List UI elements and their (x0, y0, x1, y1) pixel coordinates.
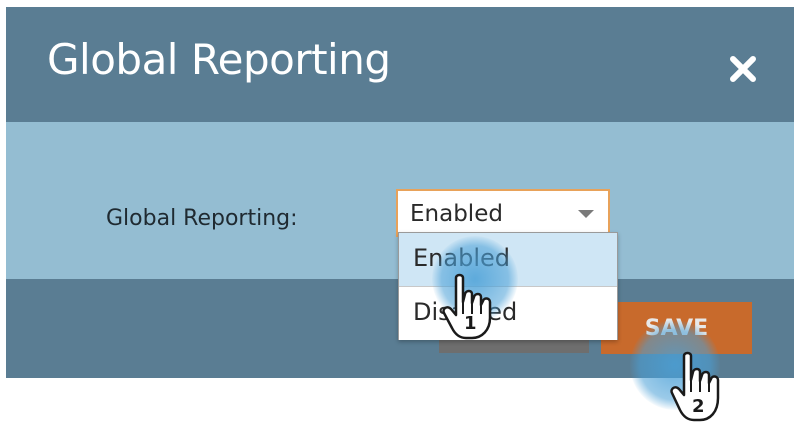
hand-pointer-icon: 1 (440, 272, 502, 346)
select-value: Enabled (410, 201, 503, 227)
dialog-title: Global Reporting (47, 35, 391, 84)
global-reporting-select[interactable]: Enabled (396, 189, 610, 237)
step-1-label: 1 (464, 313, 477, 334)
close-icon[interactable] (726, 52, 760, 86)
dialog-header: Global Reporting (6, 7, 794, 122)
global-reporting-label: Global Reporting: (106, 206, 298, 231)
hand-pointer-icon: 2 (668, 350, 730, 428)
chevron-down-icon (578, 210, 594, 218)
step-2-label: 2 (692, 396, 705, 417)
